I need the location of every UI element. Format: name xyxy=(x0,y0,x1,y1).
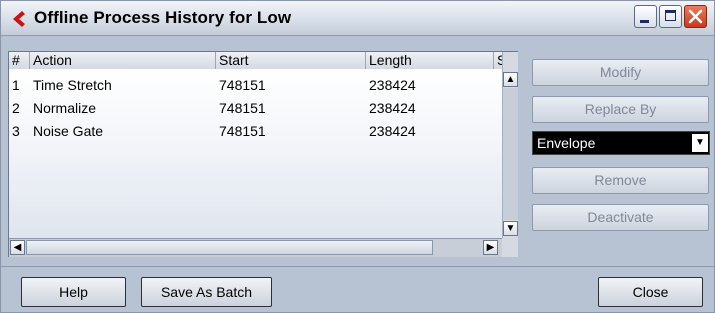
table-row[interactable]: 1 Time Stretch 748151 238424 xyxy=(9,74,502,97)
close-window-button[interactable] xyxy=(684,5,707,28)
row-number: 1 xyxy=(12,77,20,93)
row-length: 238424 xyxy=(369,123,416,139)
row-start: 748151 xyxy=(219,77,266,93)
footer-divider xyxy=(1,266,714,267)
save-as-batch-button[interactable]: Save As Batch xyxy=(141,277,272,307)
vertical-scroll-track[interactable] xyxy=(503,88,518,220)
table-row[interactable]: 2 Normalize 748151 238424 xyxy=(9,97,502,120)
row-length: 238424 xyxy=(369,100,416,116)
row-action: Normalize xyxy=(33,100,97,116)
list-body[interactable]: 1 Time Stretch 748151 238424 2 Normalize… xyxy=(9,69,502,238)
help-button[interactable]: Help xyxy=(21,277,126,307)
column-header-number[interactable]: # xyxy=(9,52,30,69)
horizontal-scroll-thumb[interactable] xyxy=(26,240,433,255)
column-header-length[interactable]: Length xyxy=(366,52,494,69)
row-action: Time Stretch xyxy=(33,77,112,93)
offline-process-history-window: Offline Process History for Low # Action… xyxy=(0,0,715,313)
scroll-right-button[interactable]: ▶ xyxy=(483,240,498,255)
app-logo-icon xyxy=(13,11,25,27)
row-start: 748151 xyxy=(219,100,266,116)
close-button[interactable]: Close xyxy=(598,277,703,307)
scroll-down-button[interactable]: ▼ xyxy=(503,221,518,236)
close-icon xyxy=(688,9,703,24)
chevron-left-icon: ◀ xyxy=(13,242,22,253)
table-row[interactable]: 3 Noise Gate 748151 238424 xyxy=(9,120,502,143)
table-header: # Action Start Length Sta xyxy=(9,52,509,70)
row-action: Noise Gate xyxy=(33,123,104,139)
column-header-action[interactable]: Action xyxy=(30,52,216,69)
remove-button[interactable]: Remove xyxy=(532,167,709,194)
column-header-start[interactable]: Start xyxy=(216,52,366,69)
row-start: 748151 xyxy=(219,123,266,139)
row-number: 3 xyxy=(12,123,20,139)
minimize-icon xyxy=(640,20,649,23)
chevron-up-icon: ▲ xyxy=(505,74,516,85)
chevron-down-icon[interactable]: ▼ xyxy=(692,134,708,152)
scroll-left-button[interactable]: ◀ xyxy=(10,240,25,255)
maximize-icon xyxy=(665,10,676,21)
vertical-scrollbar[interactable]: ▲ ▼ xyxy=(502,52,518,238)
row-number: 2 xyxy=(12,100,20,116)
window-title: Offline Process History for Low xyxy=(34,8,292,27)
minimize-button[interactable] xyxy=(634,5,657,28)
chevron-down-icon: ▼ xyxy=(505,223,516,234)
replace-by-dropdown[interactable]: Envelope ▼ xyxy=(532,131,710,155)
process-history-list[interactable]: # Action Start Length Sta 1 Time Stretch… xyxy=(8,51,518,257)
scroll-up-button[interactable]: ▲ xyxy=(503,72,518,87)
scroll-corner xyxy=(502,238,518,257)
deactivate-button[interactable]: Deactivate xyxy=(532,204,709,231)
horizontal-scrollbar[interactable]: ◀ ▶ xyxy=(9,238,502,257)
row-length: 238424 xyxy=(369,77,416,93)
dropdown-value: Envelope xyxy=(537,135,596,151)
chevron-right-icon: ▶ xyxy=(486,242,495,253)
modify-button[interactable]: Modify xyxy=(532,59,709,86)
maximize-button[interactable] xyxy=(659,5,682,28)
replace-by-button[interactable]: Replace By xyxy=(532,96,709,123)
title-bar[interactable]: Offline Process History for Low xyxy=(1,1,714,36)
